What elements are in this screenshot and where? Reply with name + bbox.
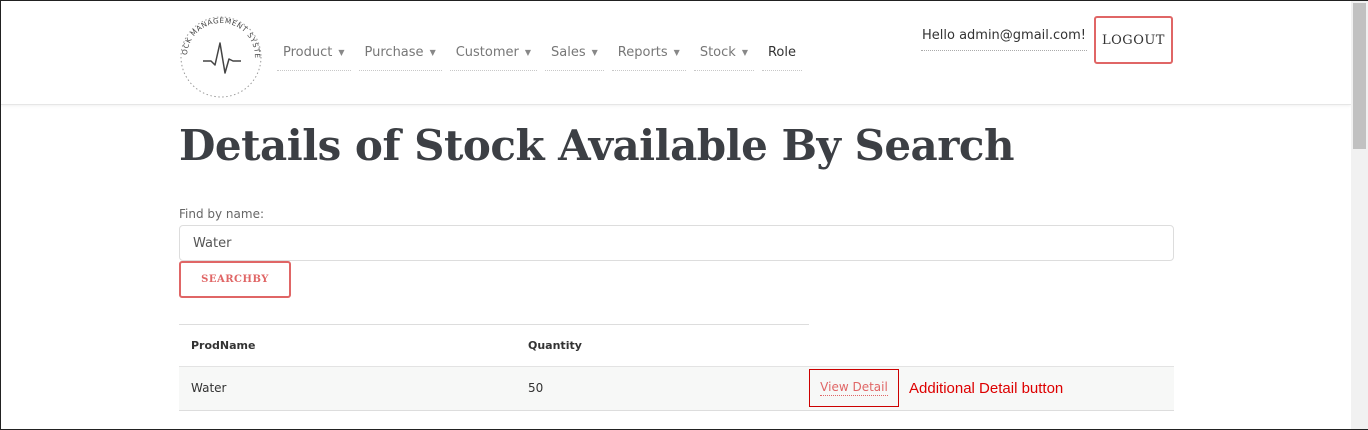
cell-quantity: 50 bbox=[528, 381, 544, 395]
stock-management-system-logo[interactable]: STOCK MANAGEMENT SYSTEM bbox=[170, 0, 269, 101]
searchby-button[interactable]: SEARCHBY bbox=[179, 261, 291, 298]
nav-sales-label: Sales bbox=[551, 45, 586, 60]
logout-button[interactable]: LOGOUT bbox=[1094, 16, 1173, 64]
page-title: Details of Stock Available By Search bbox=[179, 121, 1015, 170]
nav-stock[interactable]: Stock ▼ bbox=[693, 35, 754, 71]
user-greeting[interactable]: Hello admin@gmail.com! bbox=[921, 21, 1087, 51]
caret-down-icon: ▼ bbox=[338, 48, 345, 57]
search-input[interactable] bbox=[179, 225, 1174, 261]
table-top-border bbox=[179, 324, 809, 325]
nav-role-label: Role bbox=[767, 45, 796, 60]
main-nav: Product ▼ Purchase ▼ Customer ▼ Sales ▼ … bbox=[277, 35, 802, 71]
nav-purchase[interactable]: Purchase ▼ bbox=[358, 35, 442, 71]
nav-product[interactable]: Product ▼ bbox=[277, 35, 351, 71]
nav-purchase-label: Purchase bbox=[364, 45, 424, 60]
caret-down-icon: ▼ bbox=[591, 48, 598, 57]
nav-reports-label: Reports bbox=[617, 45, 668, 60]
column-header-quantity: Quantity bbox=[528, 339, 582, 352]
column-header-prodname: ProdName bbox=[191, 339, 256, 352]
caret-down-icon: ▼ bbox=[741, 48, 748, 57]
top-header: STOCK MANAGEMENT SYSTEM Product ▼ Purcha… bbox=[1, 0, 1351, 105]
caret-down-icon: ▼ bbox=[673, 48, 680, 57]
caret-down-icon: ▼ bbox=[429, 48, 436, 57]
nav-customer-label: Customer bbox=[455, 45, 519, 60]
nav-sales[interactable]: Sales ▼ bbox=[545, 35, 604, 71]
find-by-name-label: Find by name: bbox=[179, 207, 265, 221]
scrollbar-thumb[interactable] bbox=[1353, 3, 1366, 149]
view-detail-button[interactable]: View Detail bbox=[809, 369, 899, 407]
vertical-scrollbar[interactable] bbox=[1351, 1, 1368, 429]
nav-product-label: Product bbox=[283, 45, 333, 60]
nav-reports[interactable]: Reports ▼ bbox=[611, 35, 686, 71]
view-detail-label: View Detail bbox=[820, 380, 888, 396]
nav-customer[interactable]: Customer ▼ bbox=[449, 35, 538, 71]
caret-down-icon: ▼ bbox=[524, 48, 532, 57]
cell-prodname: Water bbox=[191, 381, 227, 395]
annotation-label: Additional Detail button bbox=[909, 380, 1064, 397]
nav-role[interactable]: Role bbox=[761, 35, 802, 71]
nav-stock-label: Stock bbox=[699, 45, 736, 60]
